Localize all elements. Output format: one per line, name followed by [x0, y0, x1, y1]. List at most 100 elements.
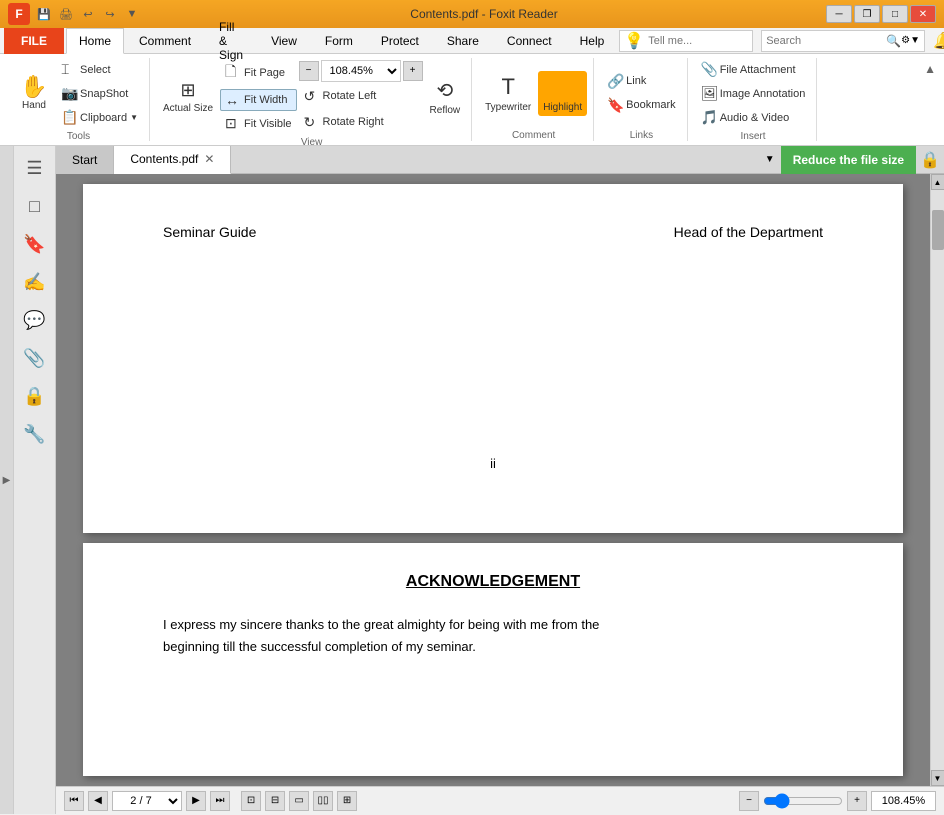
- tab-connect[interactable]: Connect: [494, 28, 565, 54]
- notification-icon[interactable]: 🔔: [933, 31, 944, 51]
- bookmark-btn[interactable]: 🔖 Bookmark: [602, 94, 681, 117]
- zoom-slider[interactable]: [763, 793, 843, 809]
- pdf-scroll-area[interactable]: Seminar Guide Head of the Department ii …: [56, 174, 930, 786]
- ribbon-group-comment: T Typewriter ▮ Highlight Comment: [474, 58, 594, 141]
- bookmark-icon: 🔖: [607, 97, 623, 114]
- scroll-thumb[interactable]: [932, 210, 944, 250]
- sidebar-btn-5[interactable]: 📎: [17, 340, 53, 376]
- minimize-btn[interactable]: ─: [826, 5, 852, 23]
- reduce-icon[interactable]: 🔒: [916, 150, 944, 170]
- undo-btn[interactable]: ↩: [78, 4, 98, 24]
- multi-page-btn[interactable]: ⊞: [337, 791, 357, 811]
- links-col: 🔗 Link 🔖 Bookmark: [602, 70, 681, 117]
- zoom-in-status-btn[interactable]: +: [847, 791, 867, 811]
- nav-first-btn[interactable]: ⏮: [64, 791, 84, 811]
- zoom-out-btn[interactable]: −: [299, 61, 319, 81]
- reduce-file-size-btn[interactable]: Reduce the file size: [781, 146, 916, 174]
- fit-visible-btn[interactable]: ⊡ Fit Visible: [220, 112, 296, 135]
- search-box[interactable]: 🔍 ⚙▼: [761, 30, 925, 52]
- image-annotation-icon: 🖼: [701, 85, 717, 102]
- sidebar-btn-0[interactable]: ☰: [17, 150, 53, 186]
- title-bar: F 💾 🖨 ↩ ↪ ▼ Contents.pdf - Foxit Reader …: [0, 0, 944, 28]
- zoom-col: − 108.45% 50% 75% 100% 125% 150% 200% + …: [299, 60, 423, 134]
- tab-start[interactable]: Start: [56, 146, 114, 174]
- clipboard-btn[interactable]: 📋 Clipboard ▼: [56, 106, 143, 129]
- tab-close-icon[interactable]: ✕: [204, 152, 214, 166]
- sidebar-btn-4[interactable]: 💬: [17, 302, 53, 338]
- search-options-icon[interactable]: ⚙▼: [901, 35, 920, 46]
- insert-col: 📎 File Attachment 🖼 Image Annotation 🎵 A…: [696, 58, 811, 129]
- zoom-in-btn[interactable]: +: [403, 61, 423, 81]
- maximize-btn[interactable]: □: [882, 5, 908, 23]
- clipboard-dropdown-icon[interactable]: ▼: [130, 113, 138, 122]
- links-content: 🔗 Link 🔖 Bookmark: [602, 58, 681, 128]
- zoom-select[interactable]: 108.45% 50% 75% 100% 125% 150% 200%: [321, 60, 401, 82]
- reflow-btn[interactable]: ⟲ Reflow: [425, 75, 466, 119]
- search-icon[interactable]: 🔍: [886, 34, 901, 48]
- tab-share[interactable]: Share: [434, 28, 492, 54]
- tab-bar: Start Contents.pdf ✕ ▼ Reduce the file s…: [56, 146, 944, 174]
- sidebar-btn-3[interactable]: ✍: [17, 264, 53, 300]
- two-page-btn[interactable]: ▯▯: [313, 791, 333, 811]
- links-group-label: Links: [630, 128, 653, 141]
- tell-me-input[interactable]: [648, 35, 748, 47]
- highlight-btn[interactable]: ▮ Highlight: [538, 71, 587, 116]
- image-annotation-btn[interactable]: 🖼 Image Annotation: [696, 82, 811, 105]
- actual-size-btn[interactable]: ⊞ Actual Size: [158, 77, 218, 117]
- select-icon: ⌶: [61, 61, 77, 78]
- lightbulb-icon: 💡: [624, 31, 644, 51]
- fit-width-btn[interactable]: ↔ Fit Width: [220, 89, 296, 111]
- print-btn[interactable]: 🖨: [56, 4, 76, 24]
- rotate-left-btn[interactable]: ↺ Rotate Left: [299, 85, 423, 108]
- single-page-btn[interactable]: ▭: [289, 791, 309, 811]
- audio-video-btn[interactable]: 🎵 Audio & Video: [696, 106, 811, 129]
- redo-btn[interactable]: ↪: [100, 4, 120, 24]
- rotate-right-btn[interactable]: ↻ Rotate Right: [299, 111, 423, 134]
- rotate-left-icon: ↺: [304, 88, 320, 105]
- file-attachment-btn[interactable]: 📎 File Attachment: [696, 58, 811, 81]
- restore-btn[interactable]: ❐: [854, 5, 880, 23]
- fit-page-status-btn[interactable]: ⊡: [241, 791, 261, 811]
- select-btn[interactable]: ⌶ Select: [56, 58, 143, 81]
- collapse-section-icon[interactable]: ▲: [924, 62, 936, 76]
- nav-prev-btn[interactable]: ◀: [88, 791, 108, 811]
- head-dept-text: Head of the Department: [674, 224, 823, 240]
- tab-fill-sign[interactable]: Fill & Sign: [206, 28, 256, 54]
- sidebar-btn-2[interactable]: 🔖: [17, 226, 53, 262]
- zoom-out-status-btn[interactable]: −: [739, 791, 759, 811]
- zoom-display[interactable]: [871, 791, 936, 811]
- sidebar-btn-1[interactable]: □: [17, 188, 53, 224]
- quick-access-dropdown[interactable]: ▼: [122, 4, 142, 24]
- tell-me-box[interactable]: 💡: [619, 30, 753, 52]
- sidebar-toggle[interactable]: ▶: [0, 146, 14, 814]
- tab-protect[interactable]: Protect: [368, 28, 432, 54]
- nav-next-btn[interactable]: ▶: [186, 791, 206, 811]
- scroll-down-btn[interactable]: ▼: [931, 770, 944, 786]
- sidebar-btn-6[interactable]: 🔒: [17, 378, 53, 414]
- sidebar-btn-7[interactable]: 🔧: [17, 416, 53, 452]
- window-controls: ─ ❐ □ ✕: [826, 5, 936, 23]
- tab-file[interactable]: FILE: [4, 28, 64, 54]
- fit-width-status-btn[interactable]: ⊟: [265, 791, 285, 811]
- close-btn[interactable]: ✕: [910, 5, 936, 23]
- snapshot-btn[interactable]: 📷 SnapShot: [56, 82, 143, 105]
- typewriter-btn[interactable]: T Typewriter: [480, 71, 536, 116]
- tab-dropdown[interactable]: ▼: [759, 154, 781, 165]
- tab-comment[interactable]: Comment: [126, 28, 204, 54]
- fit-page-btn[interactable]: 🗋 Fit Page: [220, 58, 296, 88]
- search-input[interactable]: [766, 35, 886, 47]
- window-title: Contents.pdf - Foxit Reader: [142, 7, 826, 21]
- vertical-scrollbar[interactable]: ▲ ▼: [930, 174, 944, 786]
- link-btn[interactable]: 🔗 Link: [602, 70, 681, 93]
- pdf-page-2: ACKNOWLEDGEMENT I express my sincere tha…: [83, 543, 903, 776]
- tab-help[interactable]: Help: [567, 28, 618, 54]
- tab-view[interactable]: View: [258, 28, 310, 54]
- scroll-up-btn[interactable]: ▲: [931, 174, 944, 190]
- tab-home[interactable]: Home: [66, 28, 124, 54]
- save-btn[interactable]: 💾: [34, 4, 54, 24]
- tab-form[interactable]: Form: [312, 28, 366, 54]
- nav-last-btn[interactable]: ⏭: [210, 791, 230, 811]
- hand-btn[interactable]: ✋ Hand: [14, 73, 54, 114]
- page-select[interactable]: 2 / 7: [112, 791, 182, 811]
- tab-pdf[interactable]: Contents.pdf ✕: [114, 146, 231, 174]
